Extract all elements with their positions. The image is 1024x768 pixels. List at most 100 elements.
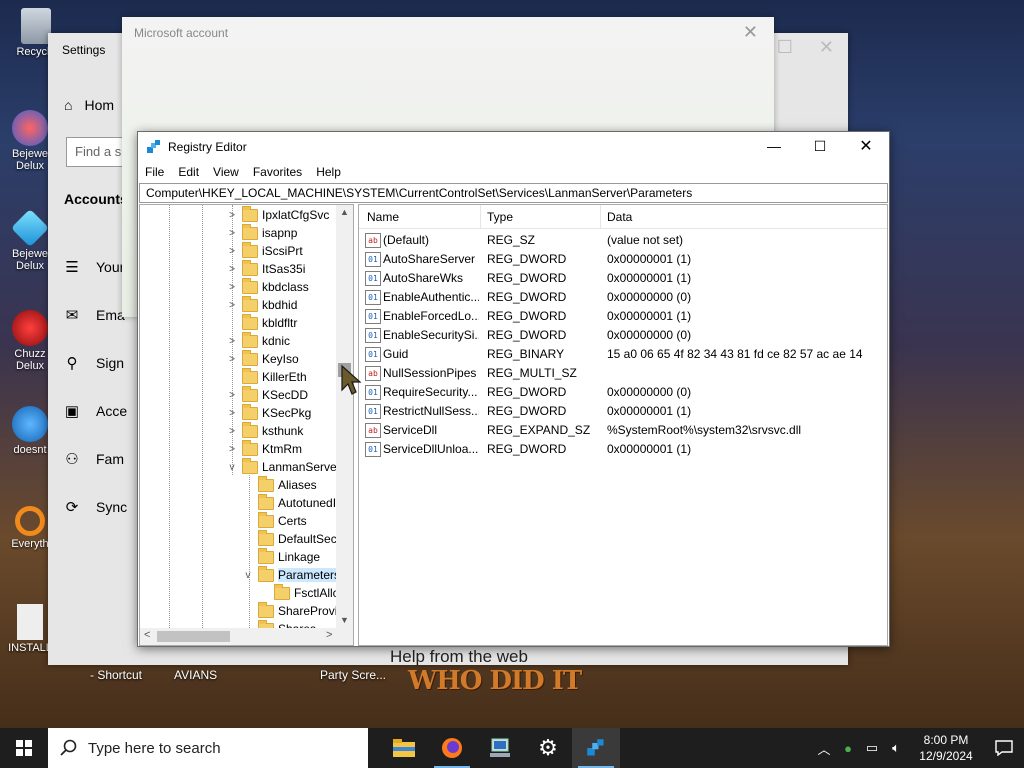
tree-item[interactable]: > kbdclass (226, 277, 309, 296)
chevron-right-icon[interactable]: > (226, 354, 238, 365)
network-icon[interactable]: ▭ (860, 740, 884, 756)
registry-value-row[interactable]: 01 RestrictNullSess... REG_DWORD 0x00000001… (359, 402, 887, 421)
tree-item[interactable]: Aliases (242, 475, 317, 494)
registry-value-row[interactable]: ab ServiceDll REG_EXPAND_SZ %SystemRoot%\sy… (359, 421, 887, 440)
tree-item[interactable]: FsctlAllc (270, 583, 339, 602)
settings-nav-your-info[interactable]: ☰ Your (62, 243, 127, 291)
taskbar-network-app[interactable] (476, 728, 524, 768)
minimize-icon[interactable]: — (751, 132, 797, 160)
chevron-right-icon[interactable]: > (226, 282, 238, 293)
maximize-icon[interactable]: ☐ (777, 37, 793, 58)
tree-item[interactable]: DefaultSecu (242, 529, 343, 548)
tree-item[interactable]: kbldfltr (226, 313, 297, 332)
scrollbar-thumb[interactable] (157, 631, 230, 642)
chevron-right-icon[interactable]: > (226, 408, 238, 419)
start-button[interactable] (0, 728, 48, 768)
tree-item[interactable]: > KeyIso (226, 349, 299, 368)
taskbar-search-box[interactable]: Type here to search (48, 728, 368, 768)
registry-value-row[interactable]: ab NullSessionPipes REG_MULTI_SZ (359, 364, 887, 383)
tree-item[interactable]: > isapnp (226, 223, 297, 242)
tree-horizontal-scrollbar[interactable]: < > (140, 628, 353, 645)
chevron-down-icon[interactable]: v (242, 570, 254, 581)
tree-item[interactable]: AutotunedI (242, 493, 336, 512)
chevron-right-icon[interactable]: > (226, 300, 238, 311)
chevron-right-icon[interactable]: > (226, 426, 238, 437)
chevron-right-icon[interactable]: > (226, 390, 238, 401)
tree-item[interactable]: > kbdhid (226, 295, 297, 314)
tree-item[interactable]: Certs (242, 511, 307, 530)
taskbar-file-explorer[interactable] (380, 728, 428, 768)
registry-value-row[interactable]: 01 AutoShareServer REG_DWORD 0x00000001 (1) (359, 250, 887, 269)
tree-item[interactable]: > ksthunk (226, 421, 303, 440)
tree-item[interactable]: > kdnic (226, 331, 290, 350)
chevron-right-icon[interactable]: > (226, 264, 238, 275)
volume-icon[interactable]: 🔈︎ (884, 740, 908, 756)
tree-item[interactable]: > ItSas35i (226, 259, 305, 278)
maximize-icon[interactable]: ☐ (797, 132, 843, 160)
settings-nav-family[interactable]: ⚇ Fam (62, 435, 127, 483)
nav-label: Sign (96, 355, 125, 371)
menu-edit[interactable]: Edit (171, 162, 206, 182)
registry-value-row[interactable]: 01 RequireSecurity... REG_DWORD 0x00000000 … (359, 383, 887, 402)
menu-favorites[interactable]: Favorites (246, 162, 309, 182)
chevron-right-icon[interactable]: > (226, 210, 238, 221)
tree-item[interactable]: ShareProvid (242, 601, 344, 620)
chevron-right-icon[interactable]: > (226, 444, 238, 455)
help-from-web-link[interactable]: Help from the web (390, 647, 528, 667)
scroll-right-icon[interactable]: > (326, 629, 332, 641)
close-icon[interactable]: ✕ (743, 22, 758, 43)
tree-item[interactable]: KillerEth (226, 367, 307, 386)
tree-item[interactable]: > KSecPkg (226, 403, 311, 422)
settings-nav-email[interactable]: ✉ Ema (62, 291, 127, 339)
column-name[interactable]: Name (367, 210, 399, 224)
registry-value-row[interactable]: 01 EnableAuthentic... REG_DWORD 0x00000000 … (359, 288, 887, 307)
settings-nav-access[interactable]: ▣ Acce (62, 387, 127, 435)
scroll-up-icon[interactable]: ▲ (336, 207, 353, 217)
tree-item[interactable]: > IpxlatCfgSvc (226, 205, 329, 224)
registry-value-row[interactable]: 01 EnableSecuritySi... REG_DWORD 0x00000000… (359, 326, 887, 345)
registry-value-row[interactable]: ab (Default) REG_SZ (value not set) (359, 231, 887, 250)
tree-item[interactable]: v LanmanServer (226, 457, 341, 476)
chevron-right-icon[interactable]: > (226, 336, 238, 347)
desktop-shortcut-label[interactable]: - Shortcut (90, 668, 142, 682)
address-bar[interactable]: Computer\HKEY_LOCAL_MACHINE\SYSTEM\Curre… (139, 183, 888, 203)
registry-value-row[interactable]: 01 Guid REG_BINARY 15 a0 06 65 4f 82 34 43 … (359, 345, 887, 364)
tree-item[interactable]: > iScsiPrt (226, 241, 303, 260)
desktop-party-screen-label[interactable]: Party Scre... (320, 668, 386, 682)
folder-icon (258, 511, 274, 528)
person-status-icon[interactable]: ● (836, 741, 860, 756)
registry-value-row[interactable]: 01 EnableForcedLo... REG_DWORD 0x00000001 (… (359, 307, 887, 326)
menu-view[interactable]: View (206, 162, 246, 182)
settings-nav-sign-in[interactable]: ⚲ Sign (62, 339, 127, 387)
tree-item[interactable]: > KSecDD (226, 385, 308, 404)
chevron-right-icon[interactable]: > (226, 228, 238, 239)
menu-file[interactable]: File (138, 162, 171, 182)
taskbar-firefox[interactable] (428, 728, 476, 768)
close-icon[interactable]: ✕ (843, 132, 889, 160)
column-data[interactable]: Data (607, 210, 632, 224)
tree-vertical-scrollbar[interactable]: ▲ ▼ (336, 205, 353, 630)
menu-help[interactable]: Help (309, 162, 348, 182)
tree-item[interactable]: Linkage (242, 547, 320, 566)
chevron-down-icon[interactable]: v (226, 462, 238, 473)
regedit-titlebar[interactable]: Registry Editor — ☐ ✕ (138, 132, 889, 162)
tree-item-selected[interactable]: v Parameters (242, 565, 341, 584)
clock[interactable]: 8:00 PM 12/9/2024 (908, 732, 984, 764)
value-type: REG_DWORD (487, 442, 567, 456)
desktop-avians-label[interactable]: AVIANS (174, 668, 217, 682)
taskbar-registry-editor[interactable] (572, 728, 620, 768)
notification-center-button[interactable] (984, 740, 1024, 756)
scroll-left-icon[interactable]: < (144, 629, 150, 641)
settings-nav-sync[interactable]: ⟳ Sync (62, 483, 127, 531)
close-icon[interactable]: ✕ (819, 37, 834, 58)
chevron-right-icon[interactable]: > (226, 246, 238, 257)
column-type[interactable]: Type (487, 210, 513, 224)
registry-value-row[interactable]: 01 AutoShareWks REG_DWORD 0x00000001 (1) (359, 269, 887, 288)
file-explorer-icon (393, 739, 415, 757)
taskbar-settings[interactable]: ⚙ (524, 728, 572, 768)
registry-value-row[interactable]: 01 ServiceDllUnloa... REG_DWORD 0x00000001 … (359, 440, 887, 459)
scroll-down-icon[interactable]: ▼ (336, 615, 353, 625)
tree-item[interactable]: > KtmRm (226, 439, 302, 458)
settings-home-link[interactable]: ⌂ Hom (64, 97, 114, 113)
chevron-up-icon[interactable]: ︿ (812, 739, 836, 758)
